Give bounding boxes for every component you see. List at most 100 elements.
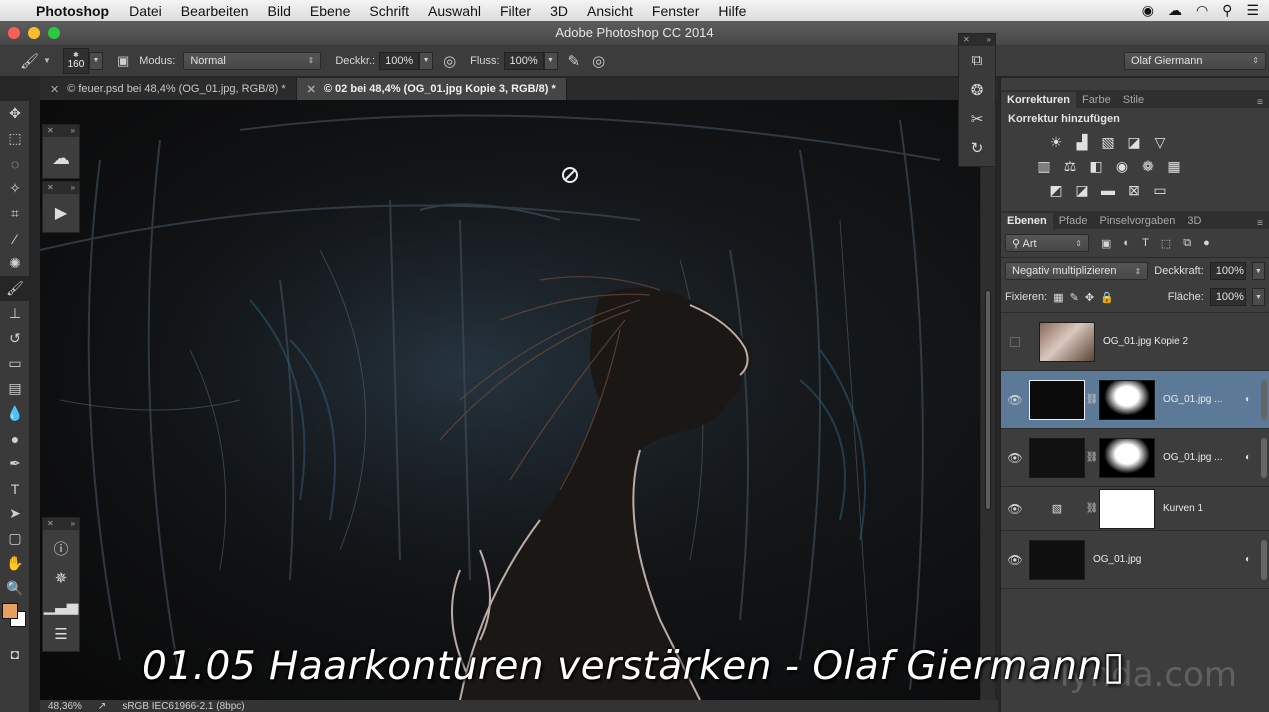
collapse-panel-icon[interactable]: » <box>71 518 75 530</box>
channel-mixer-icon[interactable]: ❁ <box>1139 157 1157 175</box>
eraser-tool-icon[interactable]: ▭ <box>0 351 30 376</box>
filter-adjustment-icon[interactable]: ◐ <box>1123 237 1130 249</box>
zoom-level[interactable]: 48,36% <box>48 701 82 712</box>
crop-tool-icon[interactable]: ⌗ <box>0 201 30 226</box>
menu-ebene[interactable]: Ebene <box>310 3 350 19</box>
menu-filter[interactable]: Filter <box>500 3 531 19</box>
chain-link-icon[interactable]: ⛓ <box>1085 394 1099 405</box>
visibility-toggle[interactable] <box>1010 336 1020 347</box>
share-icon[interactable]: ↗ <box>98 701 106 712</box>
layer-opacity-dropdown[interactable]: ▼ <box>1251 262 1265 280</box>
fill-input[interactable]: 100% <box>1209 288 1246 306</box>
minimize-window-button[interactable] <box>28 27 40 39</box>
smart-filter-icon[interactable]: ◐ <box>1245 452 1251 463</box>
opacity-input[interactable]: 100% <box>379 51 420 70</box>
record-icon[interactable]: ◉ <box>1142 2 1154 19</box>
dodge-tool-icon[interactable]: ● <box>0 426 30 451</box>
close-window-button[interactable] <box>8 27 20 39</box>
tool-presets-icon[interactable]: ✂ <box>959 104 995 133</box>
close-panel-icon[interactable]: ✕ <box>47 518 54 530</box>
layer-row[interactable]: 👁 ⛓ OG_01.jpg ... ◐ <box>1001 429 1269 487</box>
brush-size-picker[interactable]: ✱ 160 <box>62 47 89 74</box>
curves-icon[interactable]: ▧ <box>1099 133 1117 151</box>
shape-tool-icon[interactable]: ▢ <box>0 526 30 551</box>
menu-ansicht[interactable]: Ansicht <box>587 3 633 19</box>
close-panel-icon[interactable]: ✕ <box>963 34 970 46</box>
tab-document-feuer[interactable]: ✕ © feuer.psd bei 48,4% (OG_01.jpg, RGB/… <box>40 78 297 100</box>
gradient-map-icon[interactable]: ▭ <box>1151 181 1169 199</box>
tab-3d[interactable]: 3D <box>1181 213 1207 229</box>
color-balance-icon[interactable]: ⚖ <box>1061 157 1079 175</box>
brush-tool-icon[interactable]: 🖌 <box>0 276 30 301</box>
chevron-down-icon[interactable]: ▼ <box>43 56 51 65</box>
invert-icon[interactable]: ◩ <box>1047 181 1065 199</box>
chain-link-icon[interactable]: ⛓ <box>1085 452 1099 463</box>
close-tab-icon[interactable]: ✕ <box>307 83 316 96</box>
color-profile[interactable]: sRGB IEC61966-2.1 (8bpc) <box>122 701 244 712</box>
move-tool-icon[interactable]: ✥ <box>0 101 30 126</box>
levels-icon[interactable]: ▟ <box>1073 133 1091 151</box>
smart-filter-icon[interactable]: ◐ <box>1245 394 1251 405</box>
tab-pinselvorgaben[interactable]: Pinselvorgaben <box>1093 213 1181 229</box>
layer-row[interactable]: 👁 OG_01.jpg ◐ <box>1001 531 1269 589</box>
path-selection-tool-icon[interactable]: ➤ <box>0 501 30 526</box>
vibrance-icon[interactable]: ▽ <box>1151 133 1169 151</box>
collapse-panel-icon[interactable]: » <box>71 125 75 137</box>
history-icon[interactable]: ↻ <box>959 133 995 162</box>
info-icon[interactable]: ⓘ <box>53 538 68 559</box>
flow-input[interactable]: 100% <box>503 51 544 70</box>
eye-icon[interactable]: 👁 <box>1001 502 1029 516</box>
menu-fenster[interactable]: Fenster <box>652 3 699 19</box>
pressure-size-icon[interactable]: ◎ <box>592 52 605 70</box>
menu-schrift[interactable]: Schrift <box>369 3 409 19</box>
lock-all-icon[interactable]: 🔒 <box>1100 291 1114 304</box>
marquee-tool-icon[interactable]: ⬚ <box>0 126 30 151</box>
filter-type-icon[interactable]: T <box>1142 237 1149 249</box>
tab-ebenen[interactable]: Ebenen <box>1001 213 1053 229</box>
close-panel-icon[interactable]: ✕ <box>47 182 54 194</box>
tab-document-02[interactable]: ✕ © 02 bei 48,4% (OG_01.jpg Kopie 3, RGB… <box>296 78 567 100</box>
fill-dropdown[interactable]: ▼ <box>1251 288 1265 306</box>
lasso-tool-icon[interactable]: ◌ <box>0 151 30 176</box>
photo-filter-icon[interactable]: ◉ <box>1113 157 1131 175</box>
menu-datei[interactable]: Datei <box>129 3 162 19</box>
magic-wand-tool-icon[interactable]: ✧ <box>0 176 30 201</box>
brightness-contrast-icon[interactable]: ☀ <box>1047 133 1065 151</box>
menu-hilfe[interactable]: Hilfe <box>718 3 746 19</box>
color-lookup-icon[interactable]: ▦ <box>1165 157 1183 175</box>
creative-cloud-icon[interactable]: ☁ <box>1168 2 1182 19</box>
layer-comps-icon[interactable]: ⧉ <box>959 46 995 75</box>
eye-icon[interactable]: 👁 <box>1001 393 1029 407</box>
lock-transparency-icon[interactable]: ▦ <box>1053 291 1063 304</box>
clone-stamp-tool-icon[interactable]: ⊥ <box>0 301 30 326</box>
menu-bearbeiten[interactable]: Bearbeiten <box>181 3 249 19</box>
channels-icon[interactable]: ❂ <box>959 75 995 104</box>
lock-position-icon[interactable]: ✥ <box>1085 291 1094 304</box>
history-brush-tool-icon[interactable]: ↺ <box>0 326 30 351</box>
panel-menu-icon[interactable]: ≡ <box>1257 218 1269 229</box>
type-tool-icon[interactable]: T <box>0 476 30 501</box>
filter-pixel-icon[interactable]: ▣ <box>1101 237 1111 250</box>
zoom-tool-icon[interactable]: 🔍 <box>0 576 30 601</box>
document-canvas[interactable] <box>40 100 980 700</box>
menu-auswahl[interactable]: Auswahl <box>428 3 481 19</box>
blend-mode-select[interactable]: Negativ multiplizieren ⇕ <box>1005 262 1149 280</box>
layer-row[interactable]: 👁 ⛓ OG_01.jpg ... ◐ <box>1001 371 1269 429</box>
filter-smart-object-icon[interactable]: ⧉ <box>1183 237 1191 250</box>
pen-tool-icon[interactable]: ✒ <box>0 451 30 476</box>
collapse-panel-icon[interactable]: » <box>987 34 991 46</box>
filter-toggle-icon[interactable]: ● <box>1203 237 1210 249</box>
hue-saturation-icon[interactable]: ▥ <box>1035 157 1053 175</box>
selective-color-icon[interactable]: ⊠ <box>1125 181 1143 199</box>
brush-size-dropdown[interactable]: ▼ <box>88 51 103 70</box>
tab-pfade[interactable]: Pfade <box>1053 213 1094 229</box>
exposure-icon[interactable]: ◪ <box>1125 133 1143 151</box>
menu-3d[interactable]: 3D <box>550 3 568 19</box>
tab-korrekturen[interactable]: Korrekturen <box>1001 92 1076 108</box>
cc-libraries-icon[interactable]: ☁ <box>43 137 79 179</box>
notes-icon[interactable]: ☰ <box>54 625 67 643</box>
flow-dropdown[interactable]: ▼ <box>543 51 558 70</box>
filter-shape-icon[interactable]: ⬚ <box>1161 237 1171 250</box>
airbrush-icon[interactable]: ✎ <box>568 52 581 70</box>
brush-panel-toggle-icon[interactable]: ▣ <box>117 53 129 69</box>
